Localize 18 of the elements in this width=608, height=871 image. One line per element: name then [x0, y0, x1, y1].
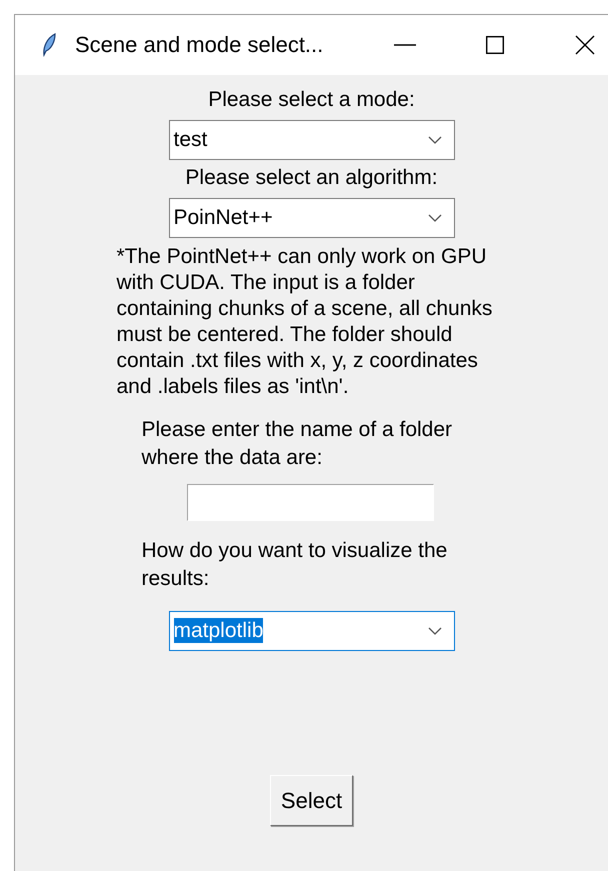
dropdown[interactable]: PoinNet++ — [168, 198, 454, 238]
dropdown[interactable]: matplotlib — [168, 611, 454, 651]
field-label: Please select a mode: — [208, 88, 415, 112]
field-label: Please select an algorithm: — [185, 166, 438, 190]
maximize-icon — [486, 36, 504, 54]
field-label: How do you want to visualize the results: — [140, 538, 448, 592]
folder-input-field[interactable] — [187, 484, 434, 521]
close-icon — [575, 35, 595, 55]
field-label: Please enter the name of a folder where the data are: — [140, 417, 454, 471]
info-text: *The PointNet++ can only work on GPU with CUDA. The input is a folder containing chunks of a scene, all chunks must be centered. The folder should contain .txt files with x, y, z coordinates and .labels files as 'int\n'. — [116, 244, 494, 400]
select-button[interactable]: Select — [270, 775, 353, 826]
dropdown[interactable]: test — [168, 120, 454, 160]
feather-icon — [41, 33, 57, 57]
chevron-down-icon — [428, 214, 442, 222]
chevron-down-icon — [428, 136, 442, 144]
minimize-icon — [394, 44, 416, 46]
chevron-down-icon — [428, 626, 442, 636]
window-title: Scene and mode select... — [75, 32, 324, 58]
